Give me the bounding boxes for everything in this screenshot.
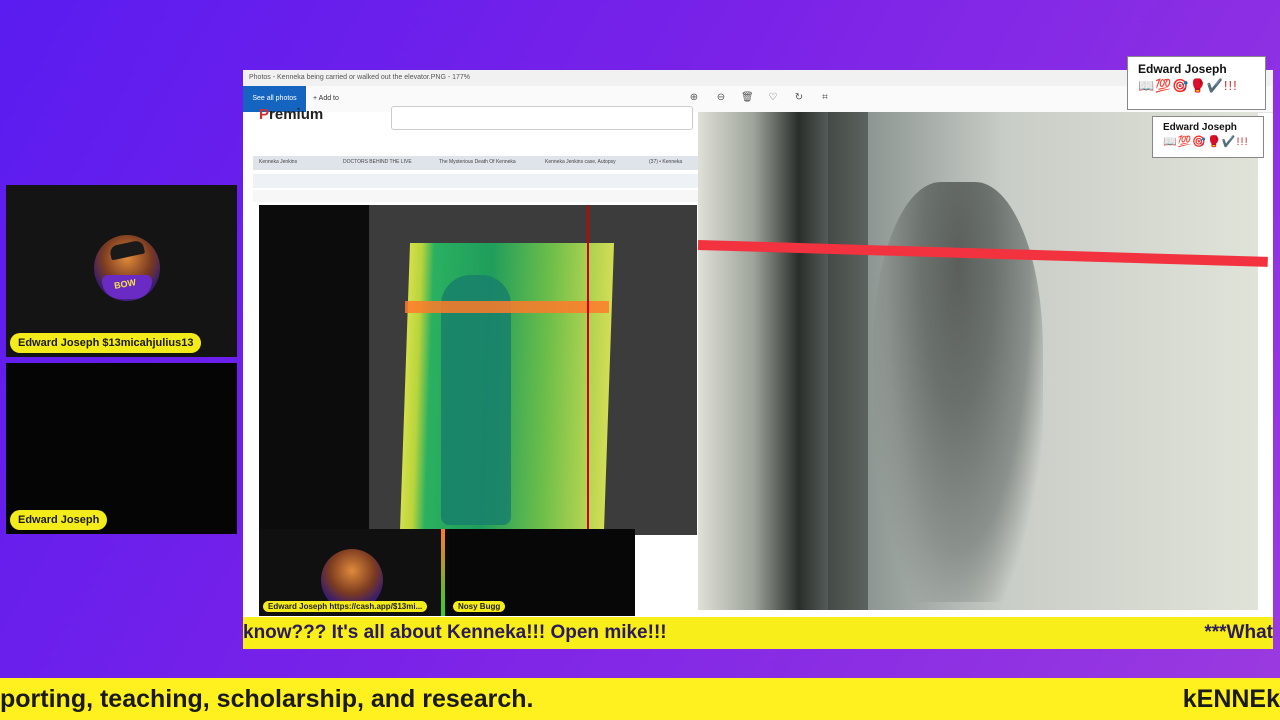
- name-overlay: Edward Joseph 📖💯🎯🥊✔️!!!: [1152, 116, 1264, 158]
- ticker-inner-text: know??? It's all about Kenneka!!! Open m…: [243, 622, 667, 643]
- mini-participant-tile[interactable]: Nosy Bugg: [449, 529, 635, 616]
- overlay-name-text: Edward Joseph: [1138, 62, 1227, 76]
- name-overlay: Edward Joseph 📖💯🎯🥊✔️!!!: [1127, 56, 1266, 110]
- window-title: Photos - Kenneka being carried or walked…: [243, 70, 1273, 86]
- premium-logo: Premium: [259, 106, 324, 123]
- delete-icon[interactable]: 🗑: [741, 92, 754, 104]
- shared-screen: Photos - Kenneka being carried or walked…: [243, 70, 1273, 617]
- ticker-inner-tail: ***What: [1204, 622, 1273, 643]
- favorite-icon[interactable]: ♡: [767, 92, 779, 104]
- bookmarks-bar: [253, 190, 698, 202]
- overlay-name-text: Edward Joseph: [1163, 122, 1237, 133]
- ticker-outer-tail: kENNEk: [1182, 685, 1280, 713]
- crop-icon[interactable]: ⌗: [819, 92, 831, 104]
- browser-tab[interactable]: The Mysterious Death Of Kenneka: [439, 159, 516, 165]
- overlay-emojis: 📖💯🎯🥊✔️!!!: [1163, 136, 1249, 148]
- zoom-out-icon[interactable]: ⊖: [715, 92, 727, 104]
- ticker-inner: know??? It's all about Kenneka!!! Open m…: [243, 617, 1273, 649]
- participant-tile-2[interactable]: Edward Joseph: [6, 363, 237, 534]
- participant-tile-1[interactable]: BOW Edward Joseph $13micahjulius13: [6, 185, 237, 357]
- participant-name-label: Edward Joseph $13micahjulius13: [10, 333, 202, 353]
- embedded-video[interactable]: [259, 205, 697, 535]
- overlay-emojis: 📖💯🎯🥊✔️!!!: [1138, 78, 1238, 93]
- browser-tab[interactable]: (37) • Kenneka: [649, 159, 682, 165]
- mini-participant-strip: Edward Joseph https://cash.app/$13mi... …: [259, 529, 635, 616]
- address-bar[interactable]: [253, 174, 698, 188]
- ticker-outer-text: porting, teaching, scholarship, and rese…: [0, 685, 534, 713]
- mini-participant-name: Edward Joseph https://cash.app/$13mi...: [263, 601, 428, 612]
- ticker-outer: porting, teaching, scholarship, and rese…: [0, 678, 1280, 720]
- browser-tab[interactable]: Kenneka Jenkins case, Autopsy: [545, 159, 616, 165]
- mini-participant-name: Nosy Bugg: [453, 601, 506, 612]
- rotate-icon[interactable]: ↻: [793, 92, 805, 104]
- browser-tab[interactable]: DOCTORS BEHIND THE LIVE: [343, 159, 412, 165]
- browser-tab-bar: Kenneka Jenkins DOCTORS BEHIND THE LIVE …: [253, 156, 698, 170]
- elevator-photo: [697, 112, 1268, 610]
- avatar: BOW: [94, 235, 160, 301]
- participant-name-label: Edward Joseph: [10, 510, 108, 530]
- zoom-in-icon[interactable]: ⊕: [688, 92, 700, 104]
- browser-tab[interactable]: Kenneka Jenkins: [259, 159, 297, 165]
- search-input[interactable]: [391, 106, 693, 130]
- mini-participant-tile[interactable]: Edward Joseph https://cash.app/$13mi...: [259, 529, 445, 616]
